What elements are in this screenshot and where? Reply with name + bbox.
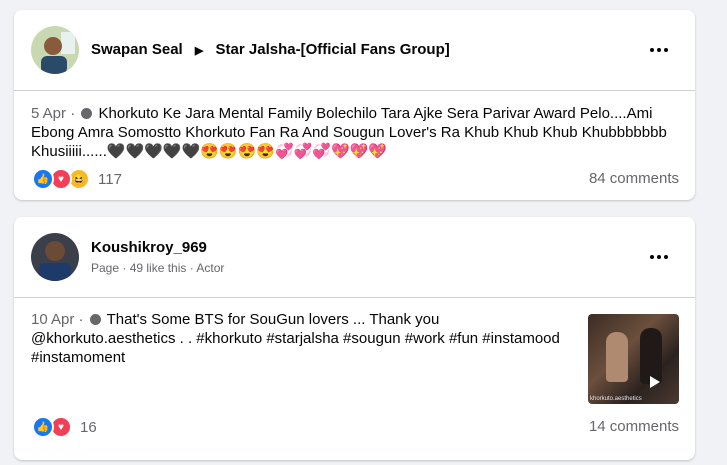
dot-icon [664, 48, 668, 52]
video-thumbnail[interactable]: khorkuto.aesthetics [588, 314, 679, 404]
dot-icon [650, 255, 654, 259]
reaction-count: 117 [98, 170, 122, 188]
more-options-button[interactable] [641, 245, 677, 269]
thumbnail-figure [606, 332, 628, 382]
reaction-count: 16 [80, 418, 97, 436]
post-card: Swapan Seal ▶ Star Jalsha-[Official Fans… [14, 10, 695, 200]
like-icon: 👍 [32, 416, 54, 438]
dot-icon [657, 255, 661, 259]
emoji-line: 🖤🖤🖤🖤🖤😍😍😍😍💞💞💞💖💖💖 [106, 143, 388, 160]
author-name[interactable]: Koushikroy_969 [91, 239, 207, 256]
author-name[interactable]: Swapan Seal [91, 41, 183, 58]
like-icon: 👍 [32, 168, 54, 190]
dot-icon [664, 255, 668, 259]
separator: · [78, 311, 84, 328]
author-line: Swapan Seal ▶ Star Jalsha-[Official Fans… [91, 41, 450, 58]
separator: · [70, 105, 76, 122]
post-body: That's Some BTS for SouGun lovers ... Th… [31, 311, 560, 366]
post-text: 10 Apr · That's Some BTS for SouGun love… [31, 310, 576, 367]
arrow-right-icon: ▶ [194, 45, 204, 57]
post-date[interactable]: 5 Apr [31, 105, 66, 122]
reaction-summary[interactable]: 👍 ♥ 16 [32, 416, 97, 438]
post-card: Koushikroy_969 Page · 49 like this · Act… [14, 217, 695, 460]
avatar[interactable] [31, 233, 79, 281]
comments-link[interactable]: 84 comments [589, 170, 679, 187]
dot-icon [657, 48, 661, 52]
globe-icon [81, 108, 93, 119]
page-info: Page · 49 like this · Actor [91, 261, 225, 275]
globe-icon [89, 314, 101, 325]
avatar[interactable] [31, 26, 79, 74]
comments-link[interactable]: 14 comments [589, 418, 679, 435]
post-header: Koushikroy_969 Page · 49 like this · Act… [14, 217, 695, 298]
thumbnail-watermark: khorkuto.aesthetics [590, 396, 642, 402]
post-text: 5 Apr · Khorkuto Ke Jara Mental Family B… [31, 104, 681, 161]
more-options-button[interactable] [641, 38, 677, 62]
post-header: Swapan Seal ▶ Star Jalsha-[Official Fans… [14, 10, 695, 91]
dot-icon [650, 48, 654, 52]
reaction-summary[interactable]: 👍 ♥ 😆 117 [32, 168, 122, 190]
author-line: Koushikroy_969 [91, 239, 207, 256]
post-date[interactable]: 10 Apr [31, 311, 74, 328]
group-name[interactable]: Star Jalsha-[Official Fans Group] [216, 41, 450, 58]
play-icon [650, 376, 660, 388]
